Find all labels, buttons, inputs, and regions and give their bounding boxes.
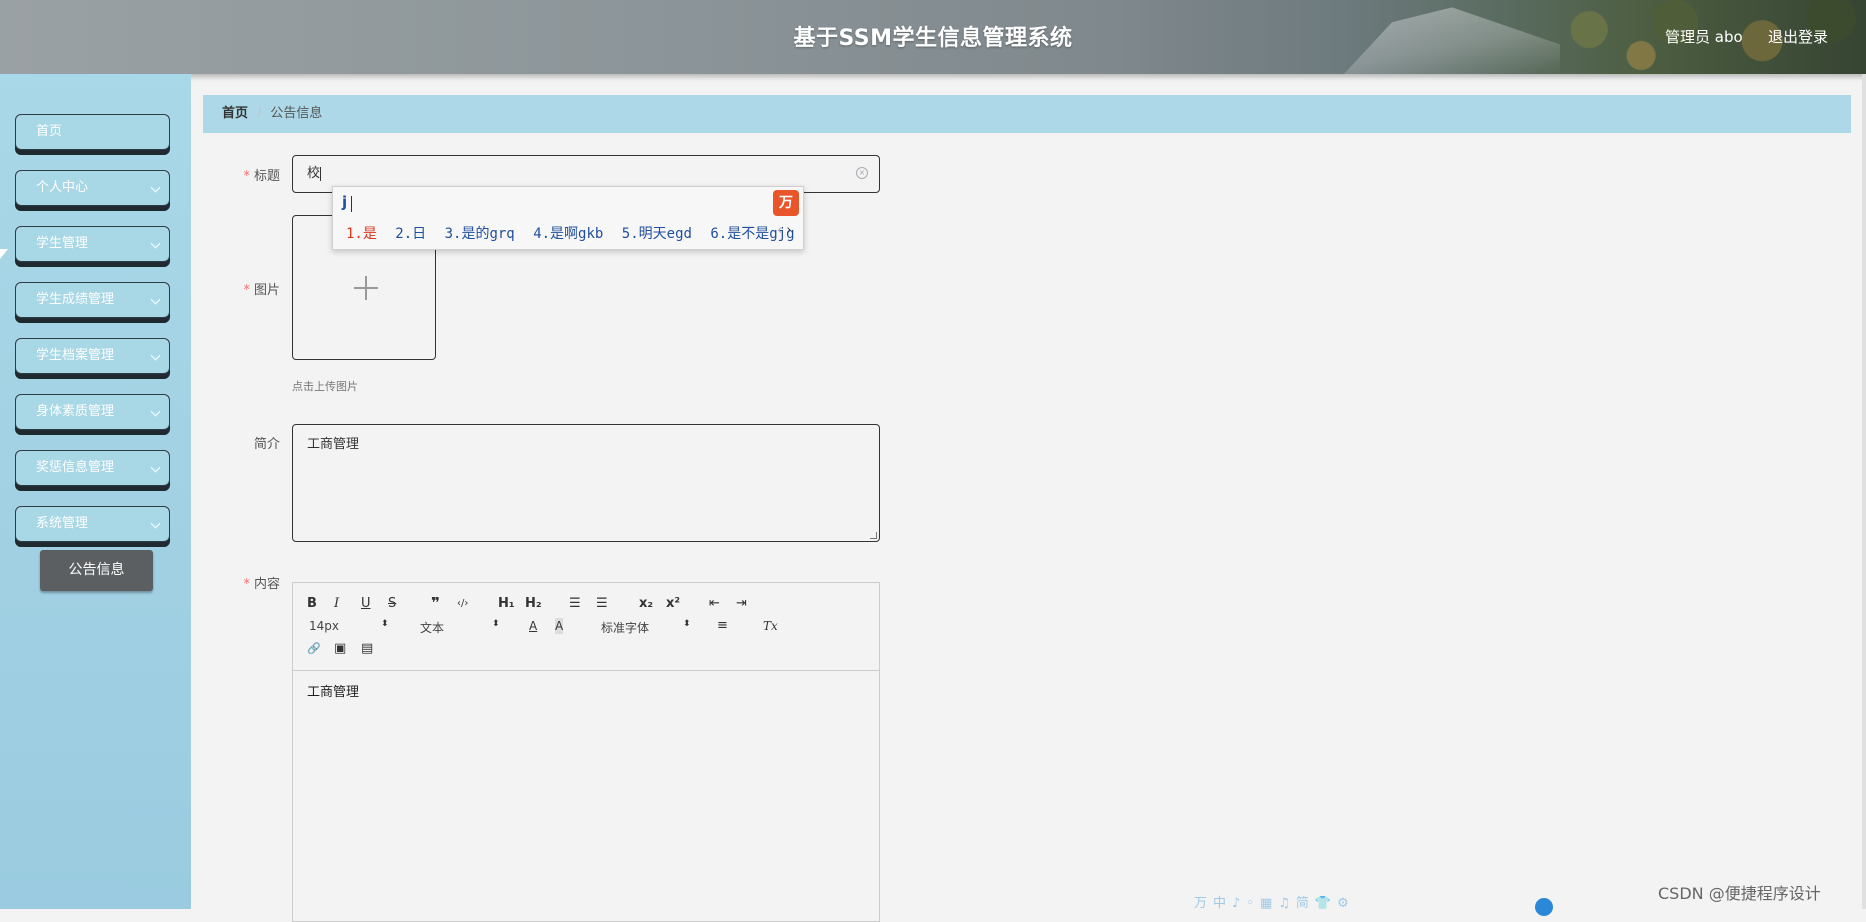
sidebar-item-student-management[interactable]: 学生管理 [15, 226, 170, 262]
ime-candidate[interactable]: 3.是的grq [445, 226, 515, 242]
sidebar-item-system-management[interactable]: 系统管理 [15, 506, 170, 542]
intro-value: 工商管理 [307, 437, 360, 452]
select-arrow-icon: ⬍ [683, 619, 691, 629]
font-family-select[interactable]: 标准字体 ⬍ [601, 619, 691, 636]
ime-candidate[interactable]: 4.是啊gkb [533, 226, 603, 242]
sidebar-item-fitness-management[interactable]: 身体素质管理 [15, 394, 170, 430]
background-color-button[interactable]: A [555, 618, 564, 634]
outdent-button[interactable]: ⇤ [709, 596, 720, 612]
required-mark: * [243, 577, 250, 592]
ime-candidate[interactable]: 1.是 [346, 226, 377, 242]
title-label: * 标题 [243, 169, 280, 184]
strike-button[interactable]: S [388, 596, 396, 612]
video-button[interactable]: ▤ [361, 641, 373, 657]
font-size-select[interactable]: 14px ⬍ [309, 619, 389, 633]
sidebar-item-label: 首页 [36, 124, 63, 139]
ime-candidate[interactable]: 2.日 [395, 226, 426, 242]
floating-assistant-icon[interactable] [1535, 898, 1553, 916]
sidebar-item-home[interactable]: 首页 [15, 114, 170, 150]
clear-icon[interactable]: × [856, 167, 868, 179]
text-caret [320, 166, 322, 181]
sidebar-item-label: 个人中心 [36, 180, 89, 195]
sidebar-item-label: 系统管理 [36, 516, 89, 531]
sidebar-item-archive-management[interactable]: 学生档案管理 [15, 338, 170, 374]
title-input-value: 校 [307, 166, 321, 181]
resize-handle-icon[interactable] [870, 532, 877, 539]
rich-text-editor[interactable]: B I U S ❞ ‹/› H₁ H₂ ☰ ☰ x₂ x² ⇤ ⇥ 14px ⬍ … [292, 582, 880, 922]
scrollbar[interactable] [1862, 74, 1866, 909]
image-button[interactable]: ▣ [334, 641, 346, 657]
select-arrow-icon: ⬍ [381, 619, 389, 629]
logout-button[interactable]: 退出登录 [1768, 26, 1828, 47]
h1-button[interactable]: H₁ [498, 596, 515, 612]
current-user: 管理员 abo [1665, 28, 1743, 46]
sidebar: 首页 个人中心 学生管理 学生成绩管理 学生档案管理 身体素质管理 奖惩信息管理… [0, 74, 191, 909]
breadcrumb-separator: / [257, 106, 262, 121]
chevron-down-icon [150, 518, 161, 529]
breadcrumb: 首页 / 公告信息 [203, 95, 1851, 133]
h2-button[interactable]: H₂ [525, 596, 542, 612]
sidebar-item-reward-management[interactable]: 奖惩信息管理 [15, 450, 170, 486]
italic-button[interactable]: I [334, 596, 339, 612]
ordered-list-button[interactable]: ☰ [569, 596, 581, 612]
bullet-list-button[interactable]: ☰ [596, 596, 608, 612]
align-button[interactable]: ≡ [717, 618, 728, 634]
chevron-left-icon[interactable]: ‹ [777, 223, 782, 238]
sidebar-item-label: 学生成绩管理 [36, 292, 115, 307]
clean-format-button[interactable]: Tx [763, 618, 778, 634]
editor-toolbar: B I U S ❞ ‹/› H₁ H₂ ☰ ☰ x₂ x² ⇤ ⇥ 14px ⬍ … [293, 583, 879, 671]
indent-button[interactable]: ⇥ [736, 596, 747, 612]
watermark: CSDN @便捷程序设计 [1658, 884, 1821, 903]
ime-candidate-popup: j 万 1.是 2.日 3.是的grq 4.是啊gkb 5.明天egd 6.是不… [332, 186, 804, 250]
editor-content[interactable]: 工商管理 [307, 681, 359, 700]
ime-composition: j [342, 193, 348, 211]
sidebar-item-personal-center[interactable]: 个人中心 [15, 170, 170, 206]
mouse-cursor-icon [0, 249, 8, 259]
link-button[interactable]: 🔗 [307, 641, 321, 657]
sidebar-item-label: 学生管理 [36, 236, 89, 251]
font-color-button[interactable]: A [529, 618, 537, 634]
sidebar-item-grade-management[interactable]: 学生成绩管理 [15, 282, 170, 318]
paragraph-select[interactable]: 文本 ⬍ [420, 619, 500, 636]
ime-logo-icon: 万 [773, 190, 799, 216]
ime-status-toolbar[interactable]: 万中♪◦▦♫简👕⚙ [1194, 892, 1355, 911]
content-label: * 内容 [243, 577, 280, 592]
header-bar: 基于SSM学生信息管理系统 管理员 abo 退出登录 [0, 0, 1866, 74]
text-caret [351, 196, 352, 212]
chevron-down-icon [150, 182, 161, 193]
sidebar-item-label: 学生档案管理 [36, 348, 115, 363]
underline-button[interactable]: U [361, 596, 371, 612]
chevron-down-icon [150, 238, 161, 249]
ime-candidate[interactable]: 5.明天egd [622, 226, 692, 242]
quote-button[interactable]: ❞ [431, 595, 440, 611]
image-label: * 图片 [243, 283, 280, 298]
select-arrow-icon: ⬍ [492, 619, 500, 629]
chevron-down-icon [150, 406, 161, 417]
code-block-button[interactable]: ‹/› [457, 596, 468, 612]
chevron-right-icon[interactable]: › [786, 223, 791, 238]
chevron-down-icon [150, 294, 161, 305]
chevron-down-icon [150, 462, 161, 473]
required-mark: * [243, 283, 250, 298]
ime-candidates: 1.是 2.日 3.是的grq 4.是啊gkb 5.明天egd 6.是不是gjg [346, 223, 805, 243]
intro-label: 简介 [253, 437, 280, 452]
breadcrumb-home[interactable]: 首页 [222, 106, 248, 121]
sidebar-subitem-announcement[interactable]: 公告信息 [40, 550, 153, 591]
ime-page-nav[interactable]: ‹ › [777, 223, 792, 238]
upload-tip: 点击上传图片 [292, 380, 358, 393]
required-mark: * [243, 169, 250, 184]
chevron-down-icon [150, 350, 161, 361]
bold-button[interactable]: B [307, 596, 317, 612]
sidebar-item-label: 身体素质管理 [36, 404, 115, 419]
superscript-button[interactable]: x² [666, 596, 680, 612]
breadcrumb-current: 公告信息 [270, 106, 323, 121]
plus-icon-vertical [365, 276, 367, 300]
sidebar-item-label: 奖惩信息管理 [36, 460, 115, 475]
intro-textarea[interactable]: 工商管理 [292, 424, 880, 542]
app-title: 基于SSM学生信息管理系统 [793, 26, 1073, 51]
subscript-button[interactable]: x₂ [639, 596, 653, 612]
